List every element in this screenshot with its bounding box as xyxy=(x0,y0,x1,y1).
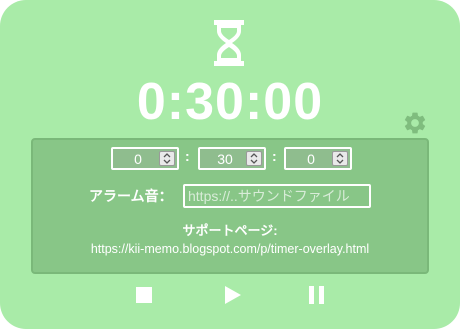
spinner-arrows-icon xyxy=(163,153,171,164)
minutes-spinner-arrows[interactable] xyxy=(246,151,262,166)
seconds-spinner-arrows[interactable] xyxy=(332,151,348,166)
time-separator: : xyxy=(272,148,277,164)
hours-spinner-arrows[interactable] xyxy=(159,151,175,166)
spinner-arrows-icon xyxy=(336,153,344,164)
spinner-arrows-icon xyxy=(250,153,258,164)
seconds-value: 0 xyxy=(307,151,315,167)
minutes-value: 30 xyxy=(217,151,233,167)
alarm-sound-label: アラーム音： xyxy=(89,188,173,204)
time-separator: : xyxy=(185,148,190,164)
hours-value: 0 xyxy=(134,151,142,167)
play-icon[interactable] xyxy=(221,284,243,306)
timer-overlay-widget: 0:30:00 0 : 30 : 0 アラーム音： https://..サウンド… xyxy=(0,0,460,329)
support-page-link[interactable]: https://kii-memo.blogspot.com/p/timer-ov… xyxy=(33,242,427,256)
timer-display: 0:30:00 xyxy=(136,73,324,131)
gear-icon[interactable] xyxy=(402,110,428,136)
seconds-input[interactable]: 0 xyxy=(284,147,352,170)
settings-panel: 0 : 30 : 0 アラーム音： https://..サウンドファイル サポー… xyxy=(31,138,429,274)
minutes-input[interactable]: 30 xyxy=(198,147,266,170)
alarm-sound-input[interactable]: https://..サウンドファイル xyxy=(183,184,371,208)
pause-icon[interactable] xyxy=(306,284,328,306)
support-page-title: サポートページ: xyxy=(182,223,278,238)
hourglass-icon xyxy=(214,20,244,66)
hours-input[interactable]: 0 xyxy=(111,147,179,170)
stop-icon[interactable] xyxy=(133,284,155,306)
